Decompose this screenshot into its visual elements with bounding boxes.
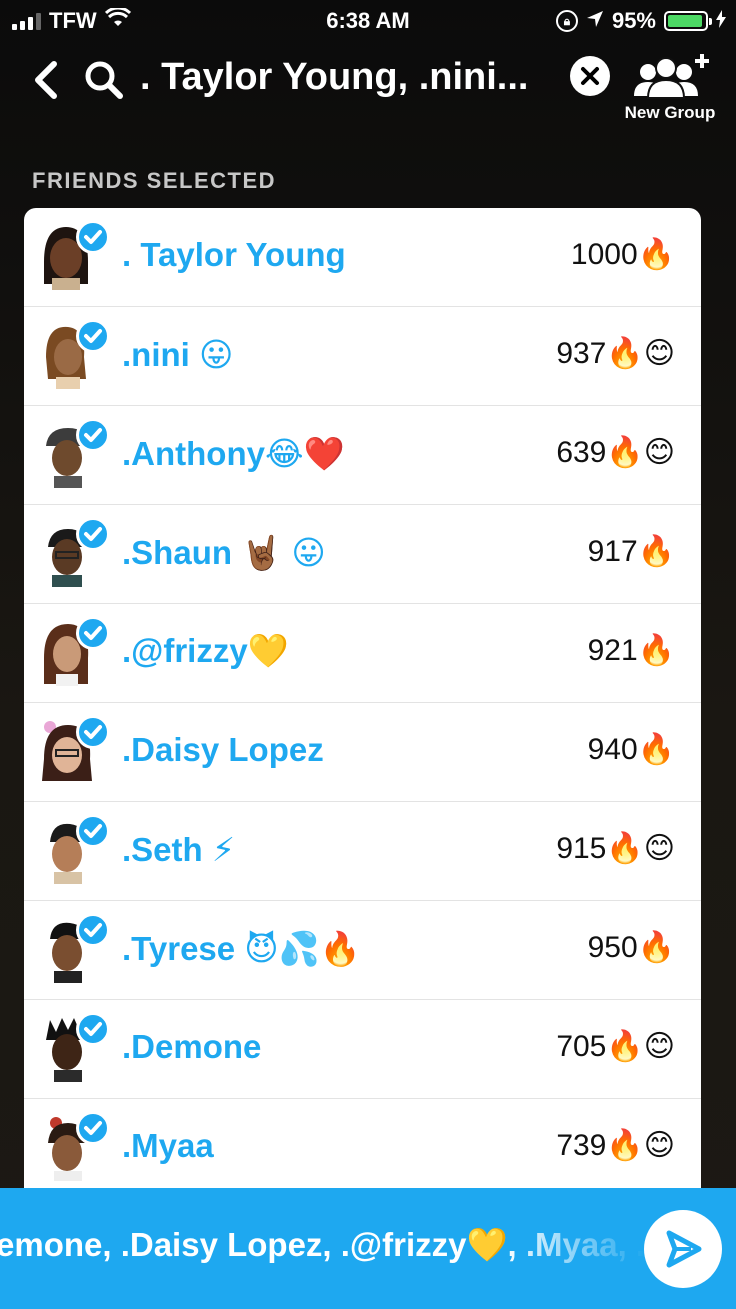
- checkmark-icon: [76, 517, 110, 551]
- friend-name: . Taylor Young: [122, 236, 346, 273]
- friend-row[interactable]: .Tyrese 😈💦🔥 950🔥: [24, 901, 701, 1000]
- snapstreak-count: 950🔥: [587, 931, 675, 964]
- checkmark-icon: [76, 319, 110, 353]
- snapstreak-count: 705🔥😊: [556, 1030, 675, 1063]
- snapstreak-count: 739🔥😊: [556, 1129, 675, 1162]
- snapstreak-count: 921🔥: [587, 634, 675, 667]
- new-group-button[interactable]: New Group: [620, 52, 720, 123]
- checkmark-icon: [76, 715, 110, 749]
- clear-search-button[interactable]: [570, 56, 610, 96]
- battery-percent: 95%: [611, 8, 656, 33]
- chevron-left-icon: [35, 61, 57, 99]
- send-to-bar: emone, .Daisy Lopez, .@frizzy💛, .Myaa, .…: [0, 1188, 736, 1309]
- friend-name: .Shaun 🤘🏾 😛: [122, 534, 326, 571]
- back-button[interactable]: [30, 58, 70, 108]
- friend-name: .Seth ⚡: [122, 831, 236, 868]
- snapstreak-count: 1000🔥: [570, 238, 675, 271]
- battery-fill: [668, 15, 703, 27]
- battery-icon: [664, 11, 712, 31]
- snapstreak-count: 639🔥😊: [556, 436, 675, 469]
- friend-name: .@frizzy💛: [122, 632, 289, 669]
- friend-row[interactable]: .Daisy Lopez 940🔥: [24, 703, 701, 802]
- friend-row[interactable]: .nini 😛 937🔥😊: [24, 307, 701, 406]
- add-group-icon: [634, 54, 709, 99]
- status-right: 🔒︎ 95%: [555, 8, 726, 34]
- search-icon: [84, 60, 124, 100]
- send-button[interactable]: [644, 1210, 722, 1288]
- checkmark-icon: [76, 418, 110, 452]
- rotation-lock-icon: 🔒︎: [555, 10, 578, 32]
- checkmark-icon: [76, 220, 110, 254]
- checkmark-icon: [76, 814, 110, 848]
- friend-row[interactable]: .Myaa 739🔥😊: [24, 1099, 701, 1198]
- friend-row[interactable]: .Anthony😂❤️ 639🔥😊: [24, 406, 701, 505]
- status-bar: TFW 6:38 AM 🔒︎ 95%: [0, 0, 736, 40]
- checkmark-icon: [76, 616, 110, 650]
- charging-icon: [716, 8, 726, 34]
- checkmark-icon: [76, 1012, 110, 1046]
- friend-name: .Myaa: [122, 1127, 214, 1164]
- send-arrow-icon: [666, 1230, 702, 1268]
- close-icon: [581, 67, 599, 85]
- section-title: FRIENDS SELECTED: [32, 168, 277, 193]
- friend-name: .nini 😛: [122, 336, 234, 373]
- friend-row[interactable]: .Seth ⚡ 915🔥😊: [24, 802, 701, 901]
- friend-row[interactable]: . Taylor Young 1000🔥: [24, 208, 701, 307]
- new-group-label: New Group: [624, 103, 716, 122]
- header: . Taylor Young, .nini... New Group: [0, 48, 736, 138]
- friend-name: .Tyrese 😈💦🔥: [122, 930, 361, 967]
- friend-row[interactable]: .Demone 705🔥😊: [24, 1000, 701, 1099]
- friend-row[interactable]: .Shaun 🤘🏾 😛 917🔥: [24, 505, 701, 604]
- friends-list: . Taylor Young 1000🔥 .nini 😛 937🔥😊 .Anth…: [24, 208, 701, 1198]
- friend-name: .Daisy Lopez: [122, 731, 324, 768]
- snapstreak-count: 915🔥😊: [556, 832, 675, 865]
- search-input[interactable]: . Taylor Young, .nini...: [140, 56, 550, 99]
- snapstreak-count: 940🔥: [587, 733, 675, 766]
- friend-row[interactable]: .@frizzy💛 921🔥: [24, 604, 701, 703]
- snapstreak-count: 917🔥: [587, 535, 675, 568]
- checkmark-icon: [76, 913, 110, 947]
- friend-name: .Anthony😂❤️: [122, 435, 345, 472]
- snapstreak-count: 937🔥😊: [556, 337, 675, 370]
- location-icon: [586, 8, 604, 34]
- checkmark-icon: [76, 1111, 110, 1145]
- friend-name: .Demone: [122, 1028, 262, 1065]
- selected-recipients: emone, .Daisy Lopez, .@frizzy💛, .Myaa, .…: [0, 1226, 646, 1263]
